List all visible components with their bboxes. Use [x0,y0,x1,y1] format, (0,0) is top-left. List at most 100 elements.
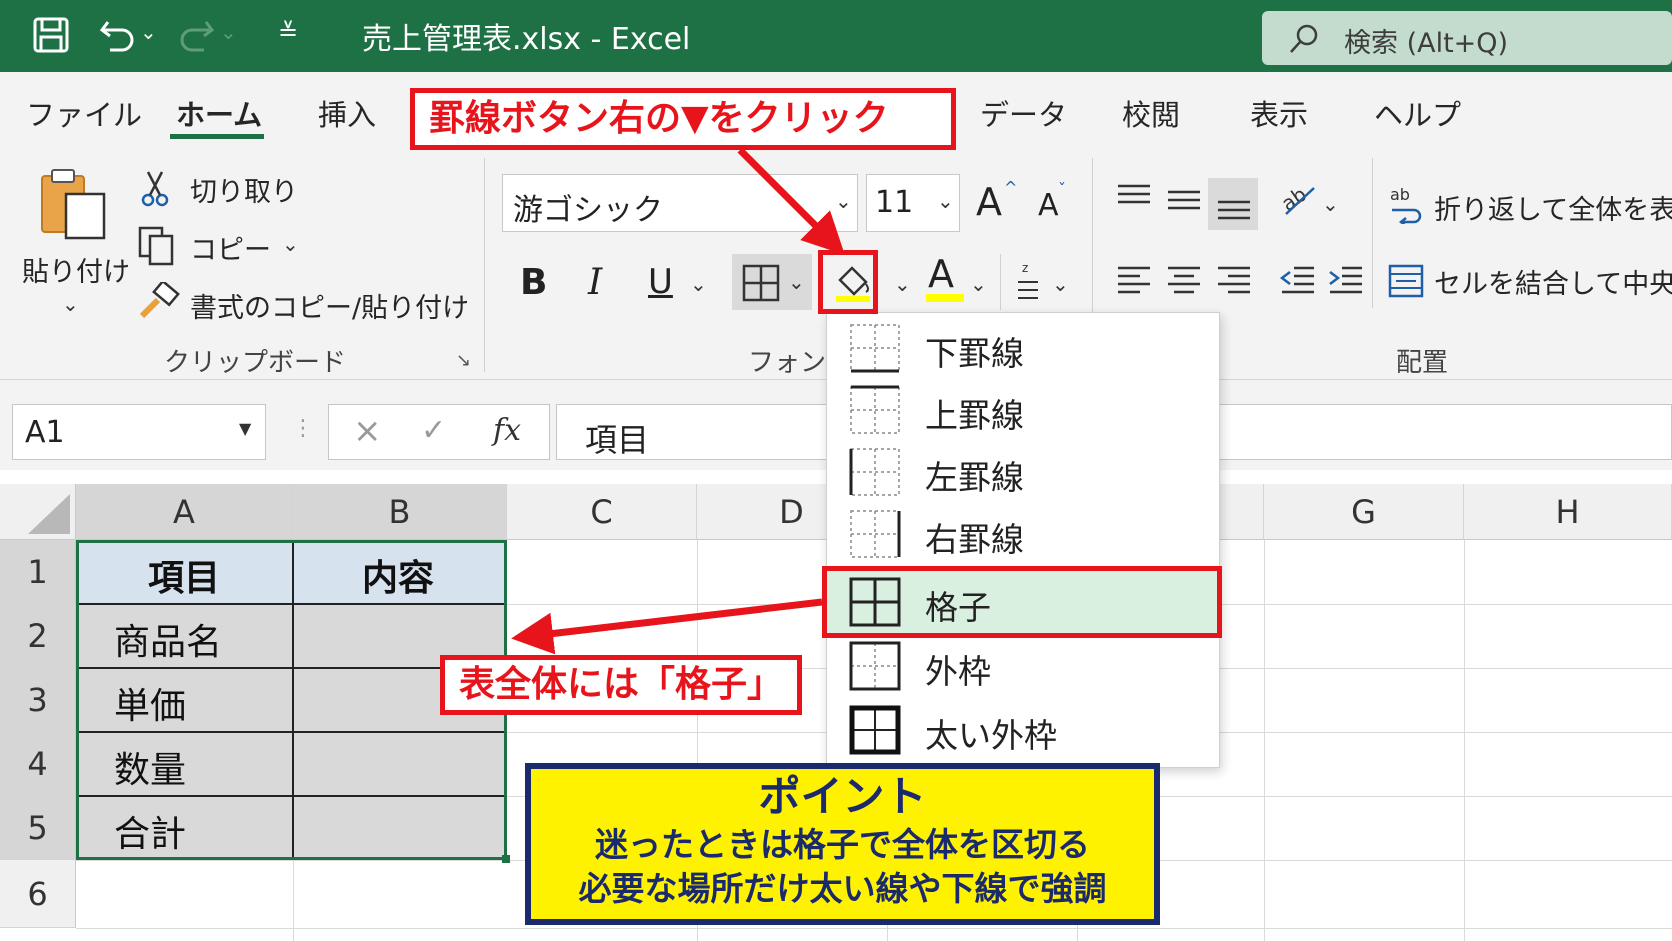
menu-item-thick-outside-borders[interactable]: 太い外枠 [827,699,1221,761]
underline-dropdown-icon[interactable]: ⌄ [690,272,707,296]
cut-label[interactable]: 切り取り [190,170,298,209]
decrease-indent-icon[interactable] [1278,262,1318,298]
align-bottom-icon [1218,200,1250,220]
font-name-dropdown-icon[interactable]: ⌄ [835,189,852,213]
cell-a3[interactable]: 単価 [114,677,186,729]
name-box[interactable]: A1 ▼ [12,404,266,460]
increase-indent-icon[interactable] [1326,262,1366,298]
merge-center-icon[interactable] [1388,262,1424,300]
align-center-icon[interactable] [1164,262,1204,298]
fill-color-dropdown-icon[interactable]: ⌄ [894,272,911,296]
fill-handle[interactable] [502,855,510,863]
copy-icon[interactable] [138,226,176,266]
font-size-dropdown-icon[interactable]: ⌄ [937,189,954,213]
font-color-icon[interactable]: A [928,252,954,296]
dialog-launcher-icon[interactable]: ↘ [456,350,471,371]
menu-item-left-border[interactable]: 左罫線 [827,441,1221,503]
shrink-font-icon[interactable]: A [1038,188,1059,223]
scissors-icon[interactable] [140,168,170,208]
gridline [76,928,1672,929]
row-header-1[interactable]: 1 [0,540,76,604]
point-line-1: 迷ったときは格子で全体を区切る [595,825,1090,864]
column-header-g[interactable]: G [1264,484,1464,540]
cell-a4[interactable]: 数量 [114,741,186,793]
bold-button[interactable]: B [520,262,547,303]
orientation-icon[interactable]: ab [1280,180,1320,220]
row-header-6[interactable]: 6 [0,860,76,928]
font-size-value: 11 [875,185,914,220]
menu-item-outside-borders[interactable]: 外枠 [827,635,1221,697]
tab-insert[interactable]: 挿入 [318,92,376,134]
grow-font-icon[interactable]: A [976,180,1002,224]
tab-review[interactable]: 校閲 [1122,92,1180,134]
row-header-4[interactable]: 4 [0,732,76,796]
phonetic-icon[interactable]: z [1016,260,1040,304]
column-header-b[interactable]: B [293,484,507,540]
row-header-2[interactable]: 2 [0,604,76,668]
format-painter-label[interactable]: 書式のコピー/貼り付け [190,286,469,325]
top-callout: 罫線ボタン右の▼をクリック [410,88,956,150]
tab-data[interactable]: データ [980,92,1067,134]
align-left-icon[interactable] [1114,262,1154,298]
formula-bar-grip-icon[interactable]: ⋮ [292,416,314,441]
cell-a5[interactable]: 合計 [114,805,186,857]
tab-help[interactable]: ヘルプ [1374,92,1461,134]
cell-a2[interactable]: 商品名 [114,613,222,665]
top-border-icon [850,385,900,434]
undo-icon[interactable] [98,16,138,54]
borders-button[interactable]: ⌄ [732,254,812,310]
font-color-dropdown-icon[interactable]: ⌄ [970,272,987,296]
column-header-h[interactable]: H [1464,484,1672,540]
customize-qat-icon[interactable]: ≚ [278,18,298,46]
menu-item-label: 左罫線 [925,458,1024,497]
formula-actions: × ✓ fx [328,404,550,460]
column-header-c[interactable]: C [507,484,697,540]
search-icon [1290,24,1318,53]
menu-item-label: 上罫線 [925,396,1024,435]
phonetic-dropdown-icon[interactable]: ⌄ [1052,272,1069,296]
paste-icon[interactable] [36,166,112,244]
row-header-5[interactable]: 5 [0,796,76,860]
cancel-icon[interactable]: × [353,411,382,451]
left-callout: 表全体には「格子」 [440,655,802,715]
menu-item-top-border[interactable]: 上罫線 [827,379,1221,441]
search-box[interactable]: 検索 (Alt+Q) [1262,11,1672,65]
wrap-text-label[interactable]: 折り返して全体を表示 [1434,188,1672,227]
align-right-icon[interactable] [1214,262,1254,298]
column-header-a[interactable]: A [76,484,293,540]
select-all-corner[interactable] [0,484,76,540]
insert-function-icon[interactable]: fx [493,413,521,448]
menu-item-bottom-border[interactable]: 下罫線 [827,317,1221,379]
undo-dropdown-icon[interactable]: ⌄ [140,20,157,44]
align-bottom-button[interactable] [1208,178,1258,230]
merge-center-label[interactable]: セルを結合して中央揃 [1434,262,1672,301]
copy-label[interactable]: コピー [190,228,271,267]
orientation-dropdown-icon[interactable]: ⌄ [1322,192,1339,216]
copy-dropdown-icon[interactable]: ⌄ [282,232,299,256]
point-line-2: 必要な場所だけ太い線や下線で強調 [578,869,1107,908]
format-painter-icon[interactable] [136,282,180,322]
paste-dropdown-icon[interactable]: ⌄ [62,292,79,316]
enter-icon[interactable]: ✓ [421,413,446,448]
svg-text:ab: ab [1390,185,1410,204]
wrap-text-icon[interactable]: ab [1388,184,1424,224]
font-size-box[interactable]: 11 ⌄ [866,174,960,232]
name-box-dropdown-icon[interactable]: ▼ [239,419,251,438]
tab-home[interactable]: ホーム [176,92,262,134]
italic-button[interactable]: I [588,262,602,303]
align-middle-icon[interactable] [1164,184,1204,218]
save-icon[interactable] [32,16,70,54]
tab-file[interactable]: ファイル [26,92,142,134]
select-all-icon [28,494,70,534]
borders-dropdown-icon[interactable]: ⌄ [788,270,805,294]
tab-view[interactable]: 表示 [1250,92,1308,134]
paste-label[interactable]: 貼り付け [22,250,130,289]
font-name-box[interactable]: 游ゴシック ⌄ [502,174,858,232]
align-top-icon[interactable] [1114,180,1154,214]
menu-item-right-border[interactable]: 右罫線 [827,503,1221,565]
menu-item-label: 下罫線 [925,334,1024,373]
row-header-3[interactable]: 3 [0,668,76,732]
cell-a1[interactable]: 項目 [148,549,220,601]
underline-button[interactable]: U [648,262,673,302]
cell-b1[interactable]: 内容 [362,549,434,601]
